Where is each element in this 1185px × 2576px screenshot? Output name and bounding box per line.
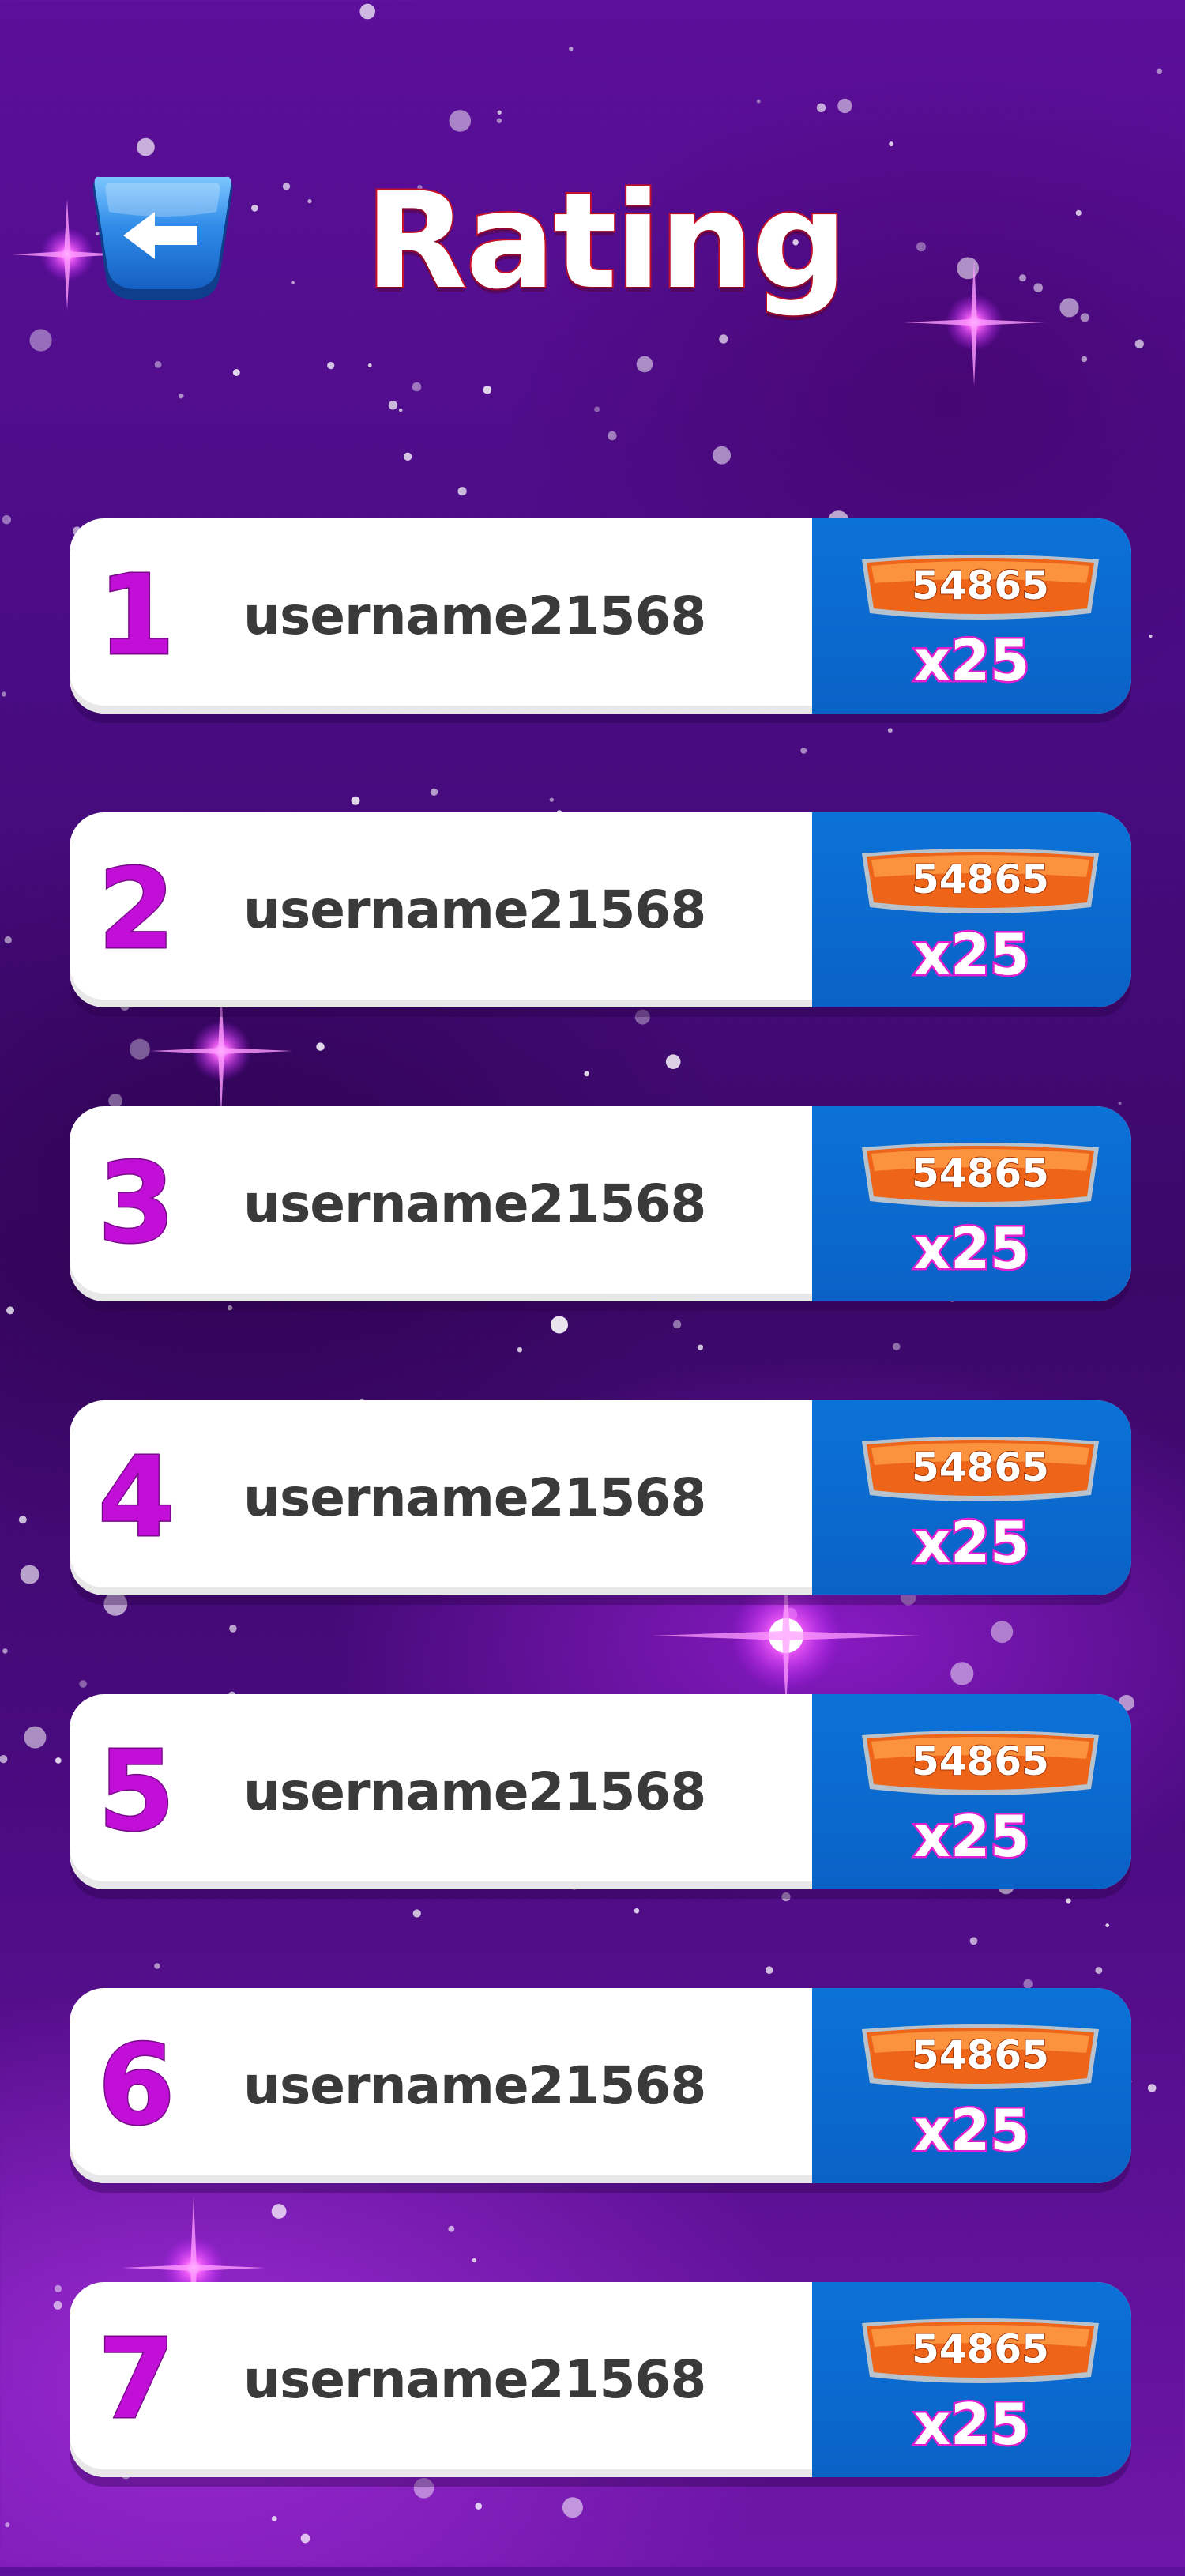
star-dot [2, 515, 12, 525]
star-dot [20, 1565, 40, 1584]
score-panel: 54865 x25 [812, 812, 1131, 1007]
star-dot [404, 452, 412, 461]
star-dot [889, 141, 894, 147]
star-dot [1134, 339, 1144, 348]
username-label: username21568 [243, 586, 706, 646]
star-dot [24, 1726, 47, 1749]
username-label: username21568 [243, 1467, 706, 1528]
rank-number: 5 [97, 1727, 176, 1858]
star-dot [0, 1755, 8, 1764]
star-dot [449, 110, 472, 132]
multiplier-label: x25 [912, 1802, 1032, 1872]
rank-number: 3 [97, 1139, 176, 1270]
star-dot [1, 691, 7, 697]
star-dot [55, 1757, 62, 1764]
multiplier-label: x25 [912, 920, 1032, 990]
score-value: 54865 [911, 1444, 1050, 1491]
star-dot [569, 47, 574, 51]
rating-row[interactable]: 1 username21568 54865 x25 [70, 518, 1131, 714]
multiplier-label: x25 [912, 1508, 1032, 1578]
score-panel: 54865 x25 [812, 1400, 1131, 1595]
star-dot [1147, 2084, 1157, 2092]
rating-row[interactable]: 2 username21568 54865 x25 [70, 812, 1131, 1007]
star-dot [594, 406, 600, 412]
star-dot [29, 329, 52, 352]
star-dot [53, 2300, 62, 2310]
star-dot [837, 98, 852, 114]
score-panel: 54865 x25 [812, 518, 1131, 714]
page-title: Rating [363, 164, 848, 318]
star-dot [388, 401, 398, 410]
star-dot [2, 1648, 8, 1654]
score-panel: 54865 x25 [812, 1694, 1131, 1889]
header: Rating [0, 150, 1185, 318]
multiplier-label: x25 [912, 2390, 1032, 2460]
username-label: username21568 [243, 879, 706, 940]
username-label: username21568 [243, 1761, 706, 1822]
rank-number: 7 [97, 2314, 176, 2446]
score-value: 54865 [911, 2032, 1050, 2079]
multiplier-label: x25 [912, 1214, 1032, 1284]
rating-row[interactable]: 7 username21568 54865 x25 [70, 2282, 1131, 2477]
star-dot [1149, 635, 1153, 638]
back-button[interactable] [85, 172, 240, 307]
star-dot [713, 446, 731, 465]
rank-number: 1 [97, 551, 176, 682]
arrow-left-icon [92, 176, 233, 300]
username-label: username21568 [243, 2055, 706, 2116]
rating-row[interactable]: 4 username21568 54865 x25 [70, 1400, 1131, 1595]
star-dot [6, 1306, 14, 1315]
score-value: 54865 [911, 562, 1050, 609]
rank-number: 6 [97, 2021, 176, 2152]
star-dot [327, 362, 335, 370]
star-dot [1156, 68, 1163, 75]
score-value: 54865 [911, 1738, 1050, 1785]
username-label: username21568 [243, 1173, 706, 1234]
score-value: 54865 [911, 2326, 1050, 2373]
star-dot [18, 1516, 27, 1524]
star-dot [636, 356, 653, 373]
star-dot [54, 2284, 62, 2292]
multiplier-label: x25 [912, 2096, 1032, 2166]
star-dot [1081, 356, 1088, 363]
star-dot [756, 99, 761, 104]
rating-row[interactable]: 3 username21568 54865 x25 [70, 1106, 1131, 1301]
rating-row[interactable]: 5 username21568 54865 x25 [70, 1694, 1131, 1889]
star-dot [608, 431, 617, 441]
star-dot [367, 363, 372, 367]
score-panel: 54865 x25 [812, 2282, 1131, 2477]
rank-number: 2 [97, 845, 176, 976]
multiplier-label: x25 [912, 626, 1032, 696]
score-value: 54865 [911, 856, 1050, 903]
score-value: 54865 [911, 1150, 1050, 1197]
score-panel: 54865 x25 [812, 1988, 1131, 2183]
star-dot [497, 110, 502, 115]
rating-list: 1 username21568 54865 x25 2 username2156… [70, 518, 1131, 2576]
rank-number: 4 [97, 1433, 176, 1564]
star-dot [179, 394, 184, 399]
star-dot [412, 382, 422, 392]
username-label: username21568 [243, 2349, 706, 2410]
star-dot [154, 361, 162, 368]
score-panel: 54865 x25 [812, 1106, 1131, 1301]
star-dot [483, 386, 492, 394]
star-dot [496, 118, 502, 123]
star-dot [359, 3, 376, 20]
star-dot [719, 334, 728, 344]
star-dot [4, 936, 12, 944]
star-dot [816, 103, 826, 112]
star-dot [232, 369, 240, 376]
rating-row[interactable]: 6 username21568 54865 x25 [70, 1988, 1131, 2183]
star-dot [5, 2522, 10, 2528]
star-dot [457, 487, 467, 496]
star-dot [398, 408, 403, 412]
